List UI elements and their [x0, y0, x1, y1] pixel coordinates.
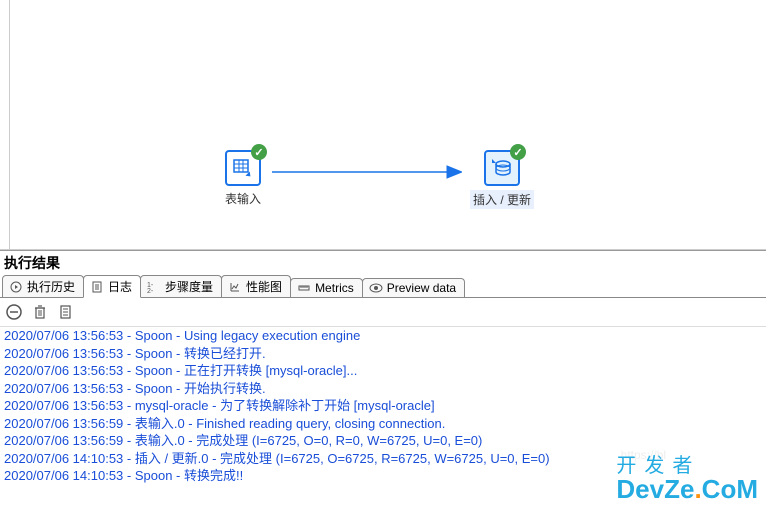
tab-label: Preview data — [387, 281, 456, 295]
log-line: 2020/07/06 13:56:59 - 表输入.0 - Finished r… — [4, 415, 762, 433]
doc-icon — [90, 280, 104, 294]
log-line: 2020/07/06 13:56:59 - 表输入.0 - 完成处理 (I=67… — [4, 432, 762, 450]
chart-icon — [228, 280, 242, 294]
play-icon — [9, 280, 23, 294]
log-line: 2020/07/06 13:56:53 - Spoon - Using lega… — [4, 327, 762, 345]
node-insert-update[interactable]: ✓ 插入 / 更新 — [470, 150, 534, 209]
tab-label: 性能图 — [246, 278, 282, 295]
log-line: 2020/07/06 13:56:53 - Spoon - 正在打开转换 [my… — [4, 362, 762, 380]
canvas-gutter — [0, 0, 10, 249]
tab-log[interactable]: 日志 — [83, 275, 141, 298]
result-panel: 执行结果 执行历史 日志 1-2- 步骤度量 性能图 — [0, 250, 766, 485]
node-label: 表输入 — [225, 190, 261, 207]
check-icon: ✓ — [251, 144, 267, 160]
ruler-icon — [297, 281, 311, 295]
log-area[interactable]: 2020/07/06 13:56:53 - Spoon - Using lega… — [0, 327, 766, 485]
log-toolbar — [0, 298, 766, 327]
svg-text:2-: 2- — [147, 288, 154, 293]
node-table-input[interactable]: ✓ 表输入 — [225, 150, 261, 207]
log-line: 2020/07/06 13:56:53 - mysql-oracle - 为了转… — [4, 397, 762, 415]
tab-metrics[interactable]: Metrics — [290, 278, 363, 297]
node-label: 插入 / 更新 — [470, 190, 534, 209]
result-title: 执行结果 — [0, 251, 766, 275]
tab-preview[interactable]: Preview data — [362, 278, 465, 297]
tab-step-metrics[interactable]: 1-2- 步骤度量 — [140, 275, 222, 297]
tab-label: 步骤度量 — [165, 278, 213, 295]
log-line: 2020/07/06 14:10:53 - 插入 / 更新.0 - 完成处理 (… — [4, 450, 762, 468]
log-line: 2020/07/06 14:10:53 - Spoon - 转换完成!! — [4, 467, 762, 485]
table-input-icon: ✓ — [225, 150, 261, 186]
insert-update-icon: ✓ — [484, 150, 520, 186]
tab-perf[interactable]: 性能图 — [221, 275, 291, 297]
eye-icon — [369, 281, 383, 295]
stop-button[interactable] — [4, 302, 24, 322]
tab-history[interactable]: 执行历史 — [2, 275, 84, 297]
hop-arrow[interactable] — [272, 162, 462, 182]
log-line: 2020/07/06 13:56:53 - Spoon - 开始执行转换. — [4, 380, 762, 398]
transformation-canvas[interactable]: ✓ 表输入 ✓ 插入 / 更新 — [0, 0, 766, 250]
log-line: 2020/07/06 13:56:53 - Spoon - 转换已经打开. — [4, 345, 762, 363]
levels-icon: 1-2- — [147, 280, 161, 294]
clear-button[interactable] — [56, 302, 76, 322]
delete-button[interactable] — [30, 302, 50, 322]
tab-label: Metrics — [315, 281, 354, 295]
tab-label: 执行历史 — [27, 278, 75, 295]
result-tabs: 执行历史 日志 1-2- 步骤度量 性能图 Metrics — [0, 275, 766, 298]
check-icon: ✓ — [510, 144, 526, 160]
tab-label: 日志 — [108, 278, 132, 295]
